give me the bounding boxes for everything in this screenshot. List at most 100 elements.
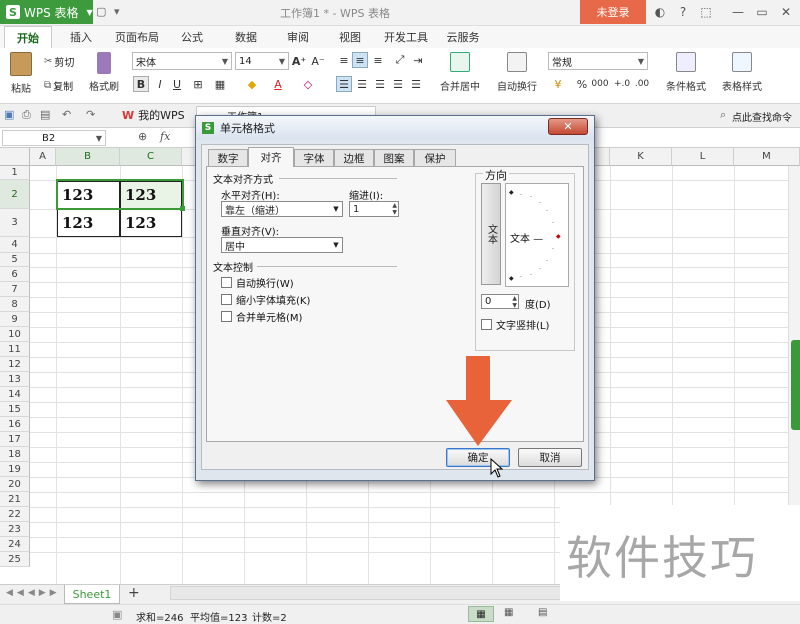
row-header[interactable]: 2 xyxy=(0,180,30,209)
checkbox-box[interactable] xyxy=(221,294,232,305)
align-top-icon[interactable]: ≡ xyxy=(336,52,352,68)
close-icon[interactable]: ✕ xyxy=(776,2,796,22)
shrink-font-icon[interactable]: A⁻ xyxy=(310,53,326,69)
tab-view[interactable]: 视图 xyxy=(330,26,370,48)
column-header[interactable]: L xyxy=(672,148,734,166)
thousands-button[interactable]: 000 xyxy=(591,76,608,92)
row-header[interactable]: 15 xyxy=(0,402,30,417)
italic-button[interactable]: I xyxy=(152,76,168,92)
zoom-search-icon[interactable]: ⊕ xyxy=(138,130,147,143)
row-header[interactable]: 16 xyxy=(0,417,30,432)
tab-formula[interactable]: 公式 xyxy=(172,26,212,48)
row-header[interactable]: 5 xyxy=(0,253,30,267)
new-doc-icon[interactable]: ▢ xyxy=(96,5,106,18)
row-header[interactable]: 18 xyxy=(0,447,30,462)
row-header[interactable]: 4 xyxy=(0,237,30,253)
tab-protection[interactable]: 保护 xyxy=(414,149,456,167)
row-header[interactable]: 22 xyxy=(0,507,30,522)
vertical-align-select[interactable]: 居中 ▼ xyxy=(221,237,343,253)
tab-cloud[interactable]: 云服务 xyxy=(440,26,486,48)
tab-developer[interactable]: 开发工具 xyxy=(378,26,434,48)
row-header[interactable]: 12 xyxy=(0,357,30,372)
quick-access-chevron-icon[interactable]: ▾ xyxy=(114,5,120,18)
copy-button[interactable]: ⧉ 复制 xyxy=(44,78,73,93)
column-header[interactable]: M xyxy=(734,148,800,166)
checkbox-box[interactable] xyxy=(481,319,492,330)
horizontal-align-select[interactable]: 靠左（缩进） ▼ xyxy=(221,201,343,217)
preview-icon[interactable]: ▤ xyxy=(40,108,50,121)
row-header[interactable]: 3 xyxy=(0,209,30,237)
cell-B3[interactable]: 123 xyxy=(57,209,120,237)
login-button[interactable]: 未登录 xyxy=(580,0,646,24)
side-panel-toggle[interactable] xyxy=(791,340,800,430)
tab-review[interactable]: 审阅 xyxy=(278,26,318,48)
tab-border[interactable]: 边框 xyxy=(334,149,374,167)
justify-icon[interactable]: ☰ xyxy=(390,76,406,92)
select-all-corner[interactable] xyxy=(0,148,30,166)
spinner-arrows-icon[interactable]: ▲ ▼ xyxy=(512,295,517,309)
paste-button[interactable]: 粘贴 xyxy=(6,52,36,95)
tab-font[interactable]: 字体 xyxy=(294,149,334,167)
cut-button[interactable]: ✂ 剪切 xyxy=(44,54,74,69)
fx-button[interactable]: fx xyxy=(160,130,170,143)
tab-insert[interactable]: 插入 xyxy=(60,26,102,48)
row-header[interactable]: 7 xyxy=(0,282,30,297)
checkbox-box[interactable] xyxy=(221,311,232,322)
wrap-text-button[interactable]: 自动换行 xyxy=(492,52,542,93)
row-header[interactable]: 1 xyxy=(0,166,30,180)
redo-icon[interactable]: ↷ xyxy=(86,108,95,121)
merge-cells-checkbox[interactable]: 合并单元格(M) xyxy=(221,309,302,324)
indent-spinner[interactable]: 1 ▲ ▼ xyxy=(349,201,399,217)
grow-font-icon[interactable]: A⁺ xyxy=(291,53,307,69)
row-header[interactable]: 17 xyxy=(0,432,30,447)
dialog-title-bar[interactable]: S 单元格格式 xyxy=(196,116,594,140)
spinner-arrows-icon[interactable]: ▲ ▼ xyxy=(392,202,397,216)
cell-C3[interactable]: 123 xyxy=(120,209,182,237)
column-header[interactable]: C xyxy=(120,148,182,166)
save-icon[interactable]: ▣ xyxy=(4,108,14,121)
checkbox-box[interactable] xyxy=(221,277,232,288)
tab-page-layout[interactable]: 页面布局 xyxy=(108,26,166,48)
row-header[interactable]: 20 xyxy=(0,477,30,492)
row-header[interactable]: 14 xyxy=(0,387,30,402)
tab-number[interactable]: 数字 xyxy=(208,149,248,167)
sheet-nav-arrows-icon[interactable]: ◀◀◀▶▶ xyxy=(6,588,61,598)
merge-cells-icon[interactable]: ▦ xyxy=(212,76,228,92)
skin-icon[interactable]: ◐ xyxy=(650,2,670,22)
font-size-select[interactable]: 14 ▼ xyxy=(235,52,289,70)
sheet-tab-sheet1[interactable]: Sheet1 xyxy=(64,585,120,604)
reading-view-icon[interactable]: ▤ xyxy=(538,607,547,618)
decrease-decimal-icon[interactable]: .00 xyxy=(634,76,650,92)
underline-button[interactable]: U xyxy=(169,76,185,92)
column-header[interactable]: K xyxy=(610,148,672,166)
cancel-button[interactable]: 取消 xyxy=(518,448,582,467)
help-icon[interactable]: ? xyxy=(673,2,693,22)
align-left-icon[interactable]: ☰ xyxy=(336,76,352,92)
my-wps-tab[interactable]: W 我的WPS xyxy=(122,106,185,124)
tab-start[interactable]: 开始 xyxy=(4,26,52,48)
add-sheet-button[interactable]: + xyxy=(128,585,140,601)
row-header[interactable]: 6 xyxy=(0,267,30,282)
dialog-close-button[interactable]: ✕ xyxy=(548,118,588,135)
app-menu-button[interactable]: S WPS 表格 ▼ xyxy=(0,0,93,24)
row-header[interactable]: 19 xyxy=(0,462,30,477)
currency-icon[interactable]: ¥ xyxy=(550,76,566,92)
row-header[interactable]: 13 xyxy=(0,372,30,387)
percent-button[interactable]: % xyxy=(574,76,590,92)
font-name-select[interactable]: 宋体 ▼ xyxy=(132,52,232,70)
row-header[interactable]: 8 xyxy=(0,297,30,312)
row-header[interactable]: 24 xyxy=(0,537,30,552)
indent-icon[interactable]: ⇥ xyxy=(410,52,426,68)
wrap-text-checkbox[interactable]: 自动换行(W) xyxy=(221,275,294,290)
normal-view-icon[interactable]: ▦ xyxy=(468,606,494,622)
table-style-button[interactable]: 表格样式 xyxy=(716,52,768,93)
align-middle-icon[interactable]: ≡ xyxy=(352,52,368,68)
align-bottom-icon[interactable]: ≡ xyxy=(370,52,386,68)
align-center-icon[interactable]: ☰ xyxy=(354,76,370,92)
degree-spinner[interactable]: 0 ▲ ▼ xyxy=(481,294,519,309)
tab-alignment[interactable]: 对齐 xyxy=(248,147,294,167)
merge-center-button[interactable]: 合并居中 xyxy=(432,52,488,93)
fill-color-icon[interactable]: ◆ xyxy=(244,76,260,92)
vertical-text-button[interactable]: 文本 xyxy=(481,183,501,285)
macro-icon[interactable]: ▣ xyxy=(112,608,122,621)
